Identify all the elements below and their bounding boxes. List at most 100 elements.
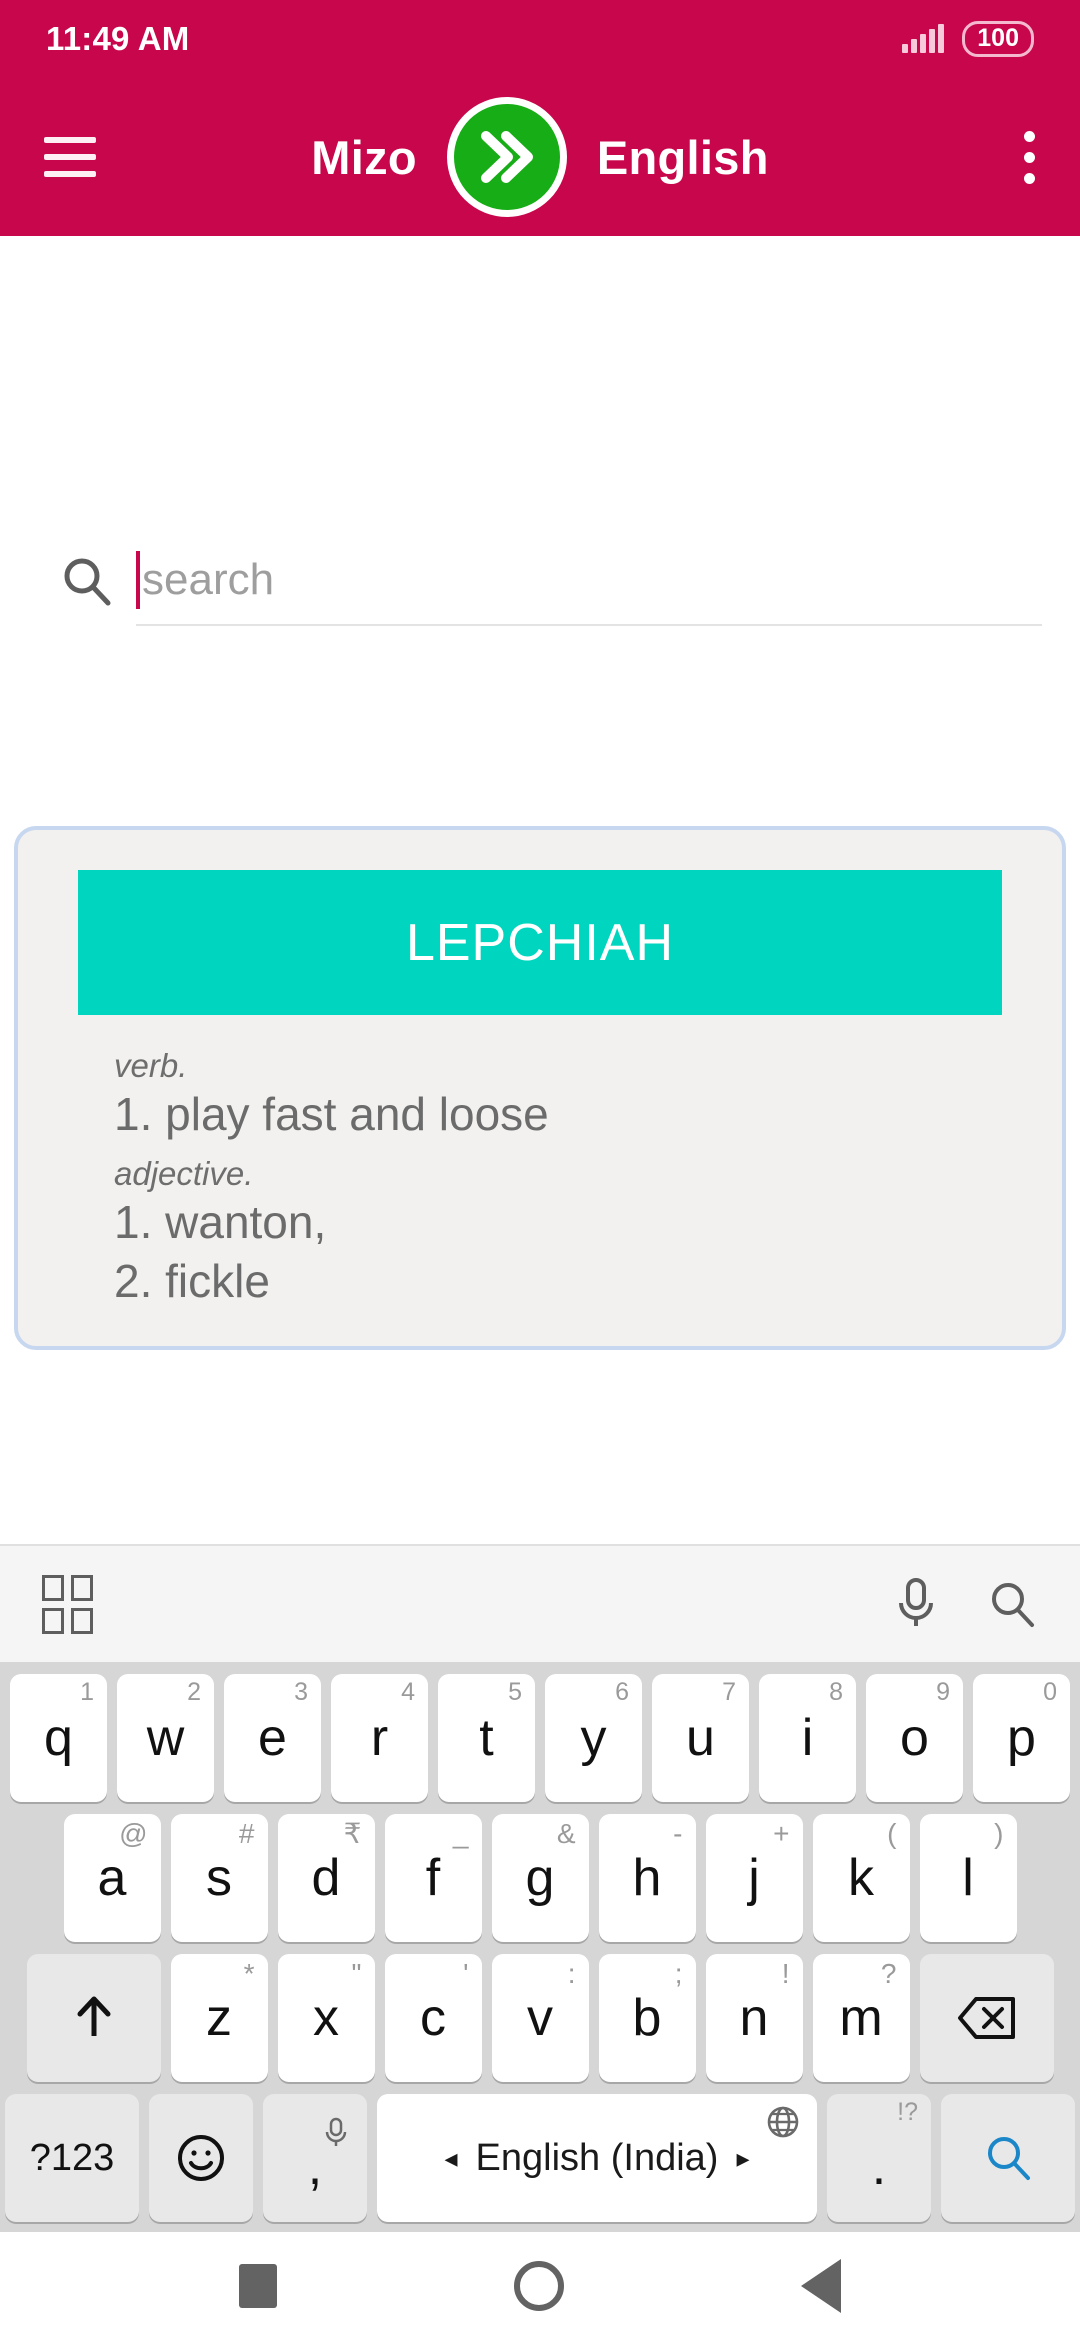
key-m[interactable]: ? m: [812, 1954, 910, 2082]
key-label: y: [580, 1709, 607, 1767]
hamburger-menu-icon[interactable]: [44, 137, 96, 177]
key-hint: #: [238, 1818, 255, 1849]
key-n[interactable]: ! n: [705, 1954, 803, 2082]
status-time: 11:49 AM: [46, 20, 190, 57]
comma-key[interactable]: ,: [263, 2094, 367, 2222]
key-label: j: [748, 1849, 760, 1907]
key-y[interactable]: 6y: [545, 1674, 642, 1802]
key-hint: +: [773, 1818, 790, 1849]
key-g[interactable]: & g: [491, 1814, 589, 1942]
key-q[interactable]: 1q: [10, 1674, 107, 1802]
key-label: t: [479, 1709, 494, 1767]
key-p[interactable]: 0p: [973, 1674, 1070, 1802]
key-label: m: [839, 1989, 883, 2047]
key-hint: _: [452, 1818, 469, 1849]
search-icon[interactable]: [986, 1578, 1038, 1630]
key-label: u: [686, 1709, 715, 1767]
shift-arrow-up-icon: [77, 1996, 110, 2036]
period-key[interactable]: !? .: [827, 2094, 931, 2222]
headword-text: LEPCHIAH: [405, 913, 675, 972]
enter-search-key[interactable]: [941, 2094, 1075, 2222]
key-i[interactable]: 8i: [759, 1674, 856, 1802]
key-f[interactable]: _ f: [384, 1814, 482, 1942]
key-label: n: [739, 1989, 769, 2047]
keyboard-row-1: 1q2w3e4r5t6y7u8i9o0p: [0, 1674, 1080, 1802]
keyboard-rows: 1q2w3e4r5t6y7u8i9o0p @ a # s ₹ d _ f & g - h + j(k) l …: [0, 1662, 1080, 2232]
key-label: k: [848, 1849, 874, 1907]
key-label: e: [258, 1709, 287, 1767]
space-next-language-arrow[interactable]: ▸: [736, 2143, 749, 2174]
period-hint: !?: [897, 2098, 918, 2126]
key-b[interactable]: ; b: [598, 1954, 696, 2082]
key-z[interactable]: * z: [170, 1954, 268, 2082]
keyboard-toolbar: [0, 1544, 1080, 1662]
on-screen-keyboard: 1q2w3e4r5t6y7u8i9o0p @ a # s ₹ d _ f & g - h + j(k) l …: [0, 1544, 1080, 2232]
key-d[interactable]: ₹ d: [277, 1814, 375, 1942]
grid-squares-icon[interactable]: [42, 1574, 93, 1634]
key-hint: 0: [1043, 1678, 1057, 1706]
key-label: r: [370, 1709, 389, 1767]
signal-bars-icon: [902, 24, 945, 53]
search-input[interactable]: search: [136, 536, 1042, 626]
key-e[interactable]: 3e: [224, 1674, 321, 1802]
key-hint: 7: [722, 1678, 736, 1706]
key-hint: -: [673, 1818, 683, 1849]
target-language-label[interactable]: English: [597, 130, 769, 185]
key-x[interactable]: " x: [277, 1954, 375, 2082]
key-label: f: [425, 1849, 441, 1907]
recents-square-icon[interactable]: [238, 2264, 277, 2308]
key-hint: !: [781, 1958, 790, 1989]
part-of-speech: verb.: [114, 1047, 188, 1084]
backspace-key[interactable]: [919, 1954, 1054, 2082]
key-hint: ): [994, 1818, 1004, 1849]
key-j[interactable]: + j: [705, 1814, 803, 1942]
key-o[interactable]: 9o: [866, 1674, 963, 1802]
swap-languages-button[interactable]: [446, 97, 567, 217]
key-label: a: [97, 1849, 127, 1907]
space-language-label: English (India): [475, 2136, 719, 2179]
key-label: l: [962, 1849, 974, 1907]
key-hint: 6: [615, 1678, 629, 1706]
key-h[interactable]: -h: [598, 1814, 696, 1942]
key-s[interactable]: # s: [170, 1814, 268, 1942]
keyboard-row-4: ?123 , ◂ English (India) ▸ !? .: [0, 2094, 1080, 2222]
emoji-key[interactable]: [149, 2094, 253, 2222]
symbols-key[interactable]: ?123: [5, 2094, 139, 2222]
key-u[interactable]: 7u: [652, 1674, 749, 1802]
key-k[interactable]: (k: [812, 1814, 910, 1942]
key-hint: 3: [294, 1678, 308, 1706]
key-a[interactable]: @ a: [63, 1814, 161, 1942]
key-label: z: [206, 1989, 232, 2047]
key-c[interactable]: ' c: [384, 1954, 482, 2082]
key-hint: 1: [80, 1678, 94, 1706]
home-circle-icon[interactable]: [513, 2261, 564, 2311]
key-label: s: [206, 1849, 232, 1907]
key-label: d: [311, 1849, 341, 1907]
microphone-icon[interactable]: [894, 1576, 938, 1632]
shift-key[interactable]: [26, 1954, 161, 2082]
microphone-icon: [323, 2102, 349, 2162]
result-card[interactable]: LEPCHIAH verb. 1. play fast and loose ad…: [14, 826, 1066, 1351]
space-key[interactable]: ◂ English (India) ▸: [377, 2094, 817, 2222]
key-hint: 4: [401, 1678, 415, 1706]
key-r[interactable]: 4r: [331, 1674, 428, 1802]
back-triangle-icon[interactable]: [801, 2259, 842, 2313]
key-l[interactable]: ) l: [919, 1814, 1017, 1942]
key-hint: ': [463, 1958, 469, 1989]
key-hint: &: [556, 1818, 576, 1849]
search-placeholder: search: [142, 555, 275, 604]
key-label: w: [146, 1709, 185, 1767]
key-hint: :: [567, 1958, 576, 1989]
backspace-icon: [957, 1997, 1015, 2039]
app-bar: Mizo English: [0, 78, 1080, 236]
source-language-label[interactable]: Mizo: [311, 130, 417, 185]
search-icon[interactable]: [58, 553, 114, 609]
space-prev-language-arrow[interactable]: ◂: [444, 2143, 457, 2174]
key-hint: ;: [674, 1958, 683, 1989]
key-v[interactable]: :v: [491, 1954, 589, 2082]
key-w[interactable]: 2w: [117, 1674, 214, 1802]
more-vertical-icon[interactable]: [1022, 130, 1036, 184]
key-t[interactable]: 5t: [438, 1674, 535, 1802]
part-of-speech: adjective.: [114, 1155, 254, 1193]
key-hint: ₹: [343, 1818, 362, 1849]
